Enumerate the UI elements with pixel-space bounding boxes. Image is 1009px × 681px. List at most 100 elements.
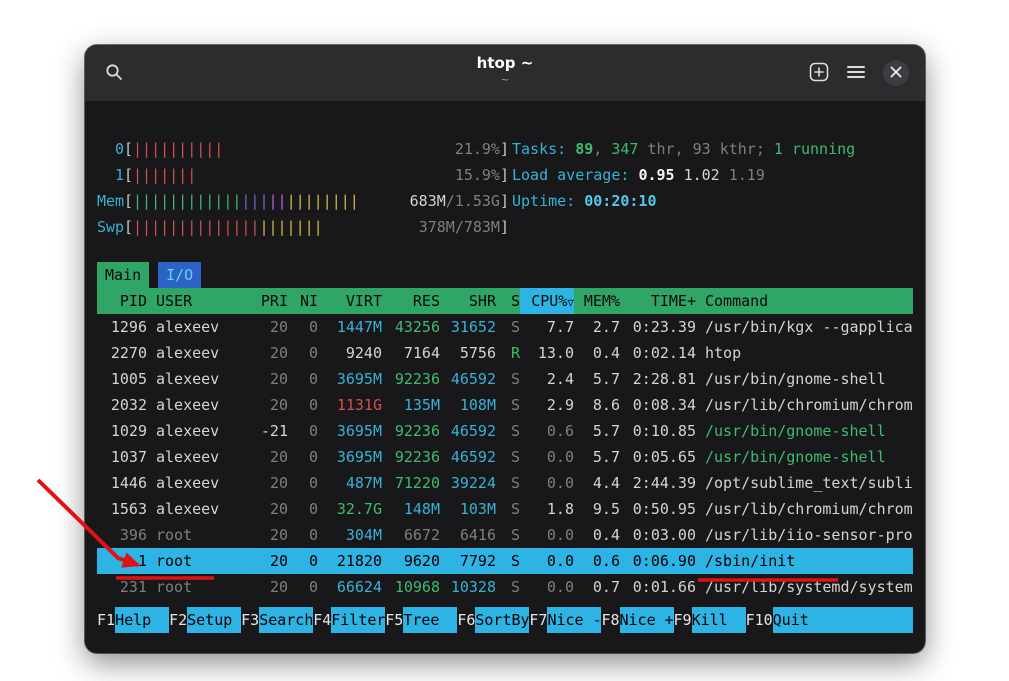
search-button[interactable] (105, 63, 123, 84)
column-header-res[interactable]: RES (382, 288, 440, 314)
process-row-pid-1037[interactable]: 1037alexeev2003695M9223646592S0.05.70:05… (97, 444, 913, 470)
virt-cell: 1131G (318, 392, 382, 418)
meter-close-bracket: ] (500, 214, 509, 240)
process-row-pid-1[interactable]: 1root2002182096207792S0.00.60:06.90/sbin… (97, 548, 913, 574)
pri-cell: -21 (246, 418, 288, 444)
process-row-pid-231[interactable]: 231root200666241096810328S0.00.70:01.66/… (97, 574, 913, 600)
fkey-label: Kill (692, 607, 746, 633)
fkey-f2[interactable]: F2Setup (169, 607, 241, 633)
pri-cell: 20 (246, 340, 288, 366)
meters: 0[||||||||||21.9%]1[|||||||15.9%]Mem[|||… (97, 136, 509, 240)
user-cell: alexeev (147, 340, 246, 366)
fkey-f8[interactable]: F8Nice + (601, 607, 673, 633)
ni-cell: 0 (288, 574, 318, 600)
pid-cell: 1563 (97, 496, 147, 522)
fkey-number: F7 (529, 607, 547, 633)
mem-cell: 0.6 (574, 548, 620, 574)
hamburger-menu-icon (847, 65, 865, 82)
process-row-pid-1296[interactable]: 1296alexeev2001447M4325631652S7.72.70:23… (97, 314, 913, 340)
fkey-f6[interactable]: F6SortBy (457, 607, 529, 633)
cpu-cell: 0.0 (520, 548, 574, 574)
cmd-cell: /usr/lib/iio-sensor-prox (696, 522, 913, 548)
res-cell: 92236 (382, 444, 440, 470)
fkey-f9[interactable]: F9Kill (674, 607, 746, 633)
shr-cell: 5756 (440, 340, 496, 366)
column-header-pri[interactable]: PRI (246, 288, 288, 314)
tab-main[interactable]: Main (97, 262, 149, 288)
shr-cell: 103M (440, 496, 496, 522)
res-cell: 92236 (382, 366, 440, 392)
mem-cell: 9.5 (574, 496, 620, 522)
meter-close-bracket: ] (500, 136, 509, 162)
column-header-pid[interactable]: PID (97, 288, 147, 314)
cmd-cell: /usr/lib/systemd/systemd (696, 574, 913, 600)
menu-button[interactable] (847, 65, 865, 82)
res-cell: 148M (382, 496, 440, 522)
meter-close-bracket: ] (500, 188, 509, 214)
pid-cell: 1 (97, 548, 147, 574)
fkey-f4[interactable]: F4Filter (313, 607, 385, 633)
process-row-pid-1005[interactable]: 1005alexeev2003695M9223646592S2.45.72:28… (97, 366, 913, 392)
process-row-pid-1029[interactable]: 1029alexeev-2103695M9223646592S0.65.70:1… (97, 418, 913, 444)
column-header-cpu[interactable]: CPU%▽ (520, 288, 574, 314)
sort-indicator-icon: ▽ (567, 296, 574, 309)
cpu-cell: 7.7 (520, 314, 574, 340)
time-cell: 0:23.39 (620, 314, 696, 340)
fkey-number: F3 (241, 607, 259, 633)
process-row-pid-2032[interactable]: 2032alexeev2001131G135M108MS2.98.60:08.3… (97, 392, 913, 418)
process-row-pid-2270[interactable]: 2270alexeev200924071645756R13.00.40:02.1… (97, 340, 913, 366)
fkey-f5[interactable]: F5Tree (385, 607, 457, 633)
pri-cell: 20 (246, 548, 288, 574)
shr-cell: 108M (440, 392, 496, 418)
cmd-cell: /usr/bin/gnome-shell (696, 444, 913, 470)
new-tab-button[interactable] (809, 62, 829, 85)
fkey-f10[interactable]: F10Quit (746, 607, 913, 633)
window-subtitle: ~ (477, 73, 534, 87)
stat-uptime: Uptime: 00:20:10 (512, 188, 913, 214)
column-header-time[interactable]: TIME+ (620, 288, 696, 314)
virt-cell: 66624 (318, 574, 382, 600)
res-cell: 9620 (382, 548, 440, 574)
fkey-number: F4 (313, 607, 331, 633)
meter-open-bracket: [ (124, 136, 133, 162)
user-cell: alexeev (147, 366, 246, 392)
process-row-pid-396[interactable]: 396root200304M66726416S0.00.40:03.00/usr… (97, 522, 913, 548)
column-header-ni[interactable]: NI (288, 288, 318, 314)
stats: Tasks: 89, 347 thr, 93 kthr; 1 runningLo… (509, 136, 913, 240)
process-row-pid-1563[interactable]: 1563alexeev20032.7G148M103MS1.89.50:50.9… (97, 496, 913, 522)
fkey-label: Nice - (547, 607, 601, 633)
fkey-f3[interactable]: F3Search (241, 607, 313, 633)
column-header-s[interactable]: S (496, 288, 520, 314)
virt-cell: 304M (318, 522, 382, 548)
res-cell: 7164 (382, 340, 440, 366)
fkey-f1[interactable]: F1Help (97, 607, 169, 633)
column-header-virt[interactable]: VIRT (318, 288, 382, 314)
column-header-user[interactable]: USER (147, 288, 246, 314)
column-header-shr[interactable]: SHR (440, 288, 496, 314)
column-header-mem[interactable]: MEM% (574, 288, 620, 314)
s-cell: S (496, 392, 520, 418)
fkey-number: F6 (457, 607, 475, 633)
tab-i-o[interactable]: I/O (158, 262, 201, 288)
table-header: PIDUSERPRINIVIRTRESSHRSCPU%▽MEM%TIME+Com… (97, 288, 913, 314)
virt-cell: 3695M (318, 444, 382, 470)
tab-bar: Main I/O (97, 262, 913, 288)
user-cell: alexeev (147, 314, 246, 340)
close-button[interactable] (883, 60, 909, 86)
cmd-cell: /sbin/init (696, 548, 913, 574)
ni-cell: 0 (288, 444, 318, 470)
pid-cell: 1446 (97, 470, 147, 496)
process-row-pid-1446[interactable]: 1446alexeev200487M7122039224S0.04.42:44.… (97, 470, 913, 496)
titlebar: htop ~ ~ (85, 45, 925, 102)
fkey-f7[interactable]: F7Nice - (529, 607, 601, 633)
cpu-cell: 0.0 (520, 522, 574, 548)
pri-cell: 20 (246, 392, 288, 418)
time-cell: 0:05.65 (620, 444, 696, 470)
res-cell: 71220 (382, 470, 440, 496)
htop-screen: 0[||||||||||21.9%]1[|||||||15.9%]Mem[|||… (85, 102, 925, 633)
stat-tasks: Tasks: 89, 347 thr, 93 kthr; 1 running (512, 136, 913, 162)
virt-cell: 3695M (318, 418, 382, 444)
fkey-label: Help (115, 607, 169, 633)
column-header-cmd[interactable]: Command (696, 288, 913, 314)
ni-cell: 0 (288, 418, 318, 444)
